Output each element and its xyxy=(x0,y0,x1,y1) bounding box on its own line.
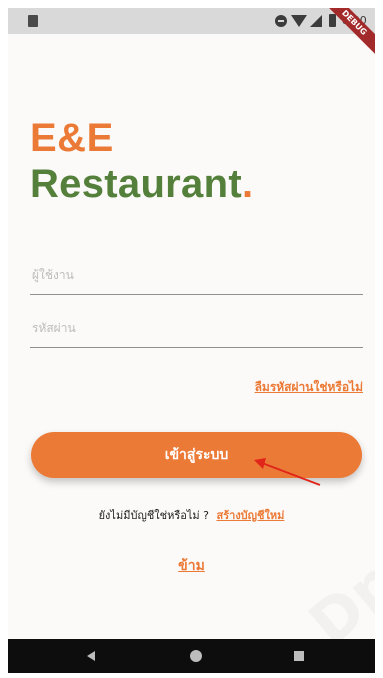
no-account-text: ยังไม่มีบัญชีใช่หรือไม่ ? xyxy=(98,509,210,522)
back-icon[interactable] xyxy=(87,651,95,661)
create-account-link[interactable]: สร้างบัญชีใหม่ xyxy=(217,509,285,522)
forgot-password-link[interactable]: ลืมรหัสผ่านใช่หรือไม่ xyxy=(255,378,363,397)
skip-link[interactable]: ข้าม xyxy=(8,555,375,577)
brand-dot: . xyxy=(241,162,254,206)
phone-screen: 8:00 DEBUG E&E Restaurant. ลืมรหัสผ่านใช… xyxy=(8,8,375,673)
brand-restaurant-text: Restaurant xyxy=(30,162,242,206)
do-not-disturb-icon xyxy=(275,15,287,27)
username-input[interactable] xyxy=(30,255,363,295)
home-icon[interactable] xyxy=(190,650,202,662)
signup-row: ยังไม่มีบัญชีใช่หรือไม่ ? สร้างบัญชีใหม่ xyxy=(8,506,375,524)
battery-icon xyxy=(329,14,336,27)
navigation-bar xyxy=(8,639,375,673)
signal-icon xyxy=(310,15,322,27)
brand-name-line1: E&E xyxy=(30,116,114,160)
status-bar: 8:00 DEBUG xyxy=(8,8,375,60)
login-button[interactable]: เข้าสู่ระบบ xyxy=(31,432,362,478)
recent-apps-icon[interactable] xyxy=(294,651,304,661)
sim-card-icon xyxy=(28,15,38,27)
password-input[interactable] xyxy=(30,308,363,348)
brand-name-line2: Restaurant. xyxy=(30,162,253,207)
wifi-icon xyxy=(291,15,307,27)
